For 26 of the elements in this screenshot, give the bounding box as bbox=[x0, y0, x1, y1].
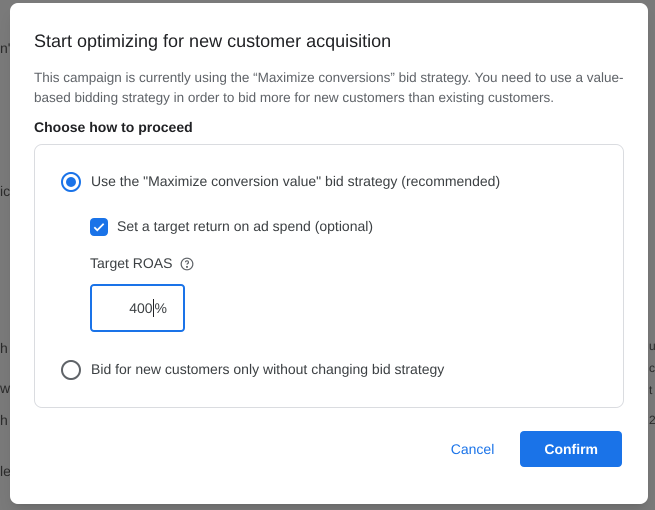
section-label: Choose how to proceed bbox=[34, 118, 194, 137]
background-text: n' bbox=[0, 40, 10, 56]
option-label: Bid for new customers only without changing bid strategy bbox=[91, 360, 444, 379]
help-icon[interactable] bbox=[180, 256, 194, 270]
target-roas-field[interactable]: 400% bbox=[90, 284, 185, 332]
cancel-button[interactable]: Cancel bbox=[442, 431, 502, 467]
background-text: w bbox=[0, 380, 10, 396]
checkbox[interactable] bbox=[90, 218, 108, 236]
dialog-title: Start optimizing for new customer acquisition bbox=[34, 30, 392, 53]
background-text: 2 bbox=[649, 412, 655, 428]
field-label: Target ROAS bbox=[90, 254, 172, 273]
background-text: h bbox=[0, 340, 8, 356]
background-text: c bbox=[649, 360, 655, 376]
field-suffix: % bbox=[154, 298, 167, 318]
field-value: 400 bbox=[129, 298, 153, 318]
background-text: h bbox=[0, 412, 8, 428]
radio-button[interactable] bbox=[61, 172, 81, 192]
option-label: Use the "Maximize conversion value" bid strategy (recommended) bbox=[91, 172, 500, 191]
radio-button[interactable] bbox=[61, 360, 81, 380]
background-text: ic bbox=[0, 183, 10, 199]
checkbox-label: Set a target return on ad spend (optional) bbox=[117, 217, 374, 236]
background-text: t bbox=[649, 382, 652, 398]
description: This campaign is currently using the “Maximize conversions” bid strategy. You need to use a value-based bidding strategy in order to bid more for new customers than existing customers. bbox=[34, 69, 624, 107]
confirm-button[interactable]: Confirm bbox=[520, 431, 622, 467]
background-text: u bbox=[649, 338, 655, 354]
background-text: le bbox=[0, 463, 11, 479]
